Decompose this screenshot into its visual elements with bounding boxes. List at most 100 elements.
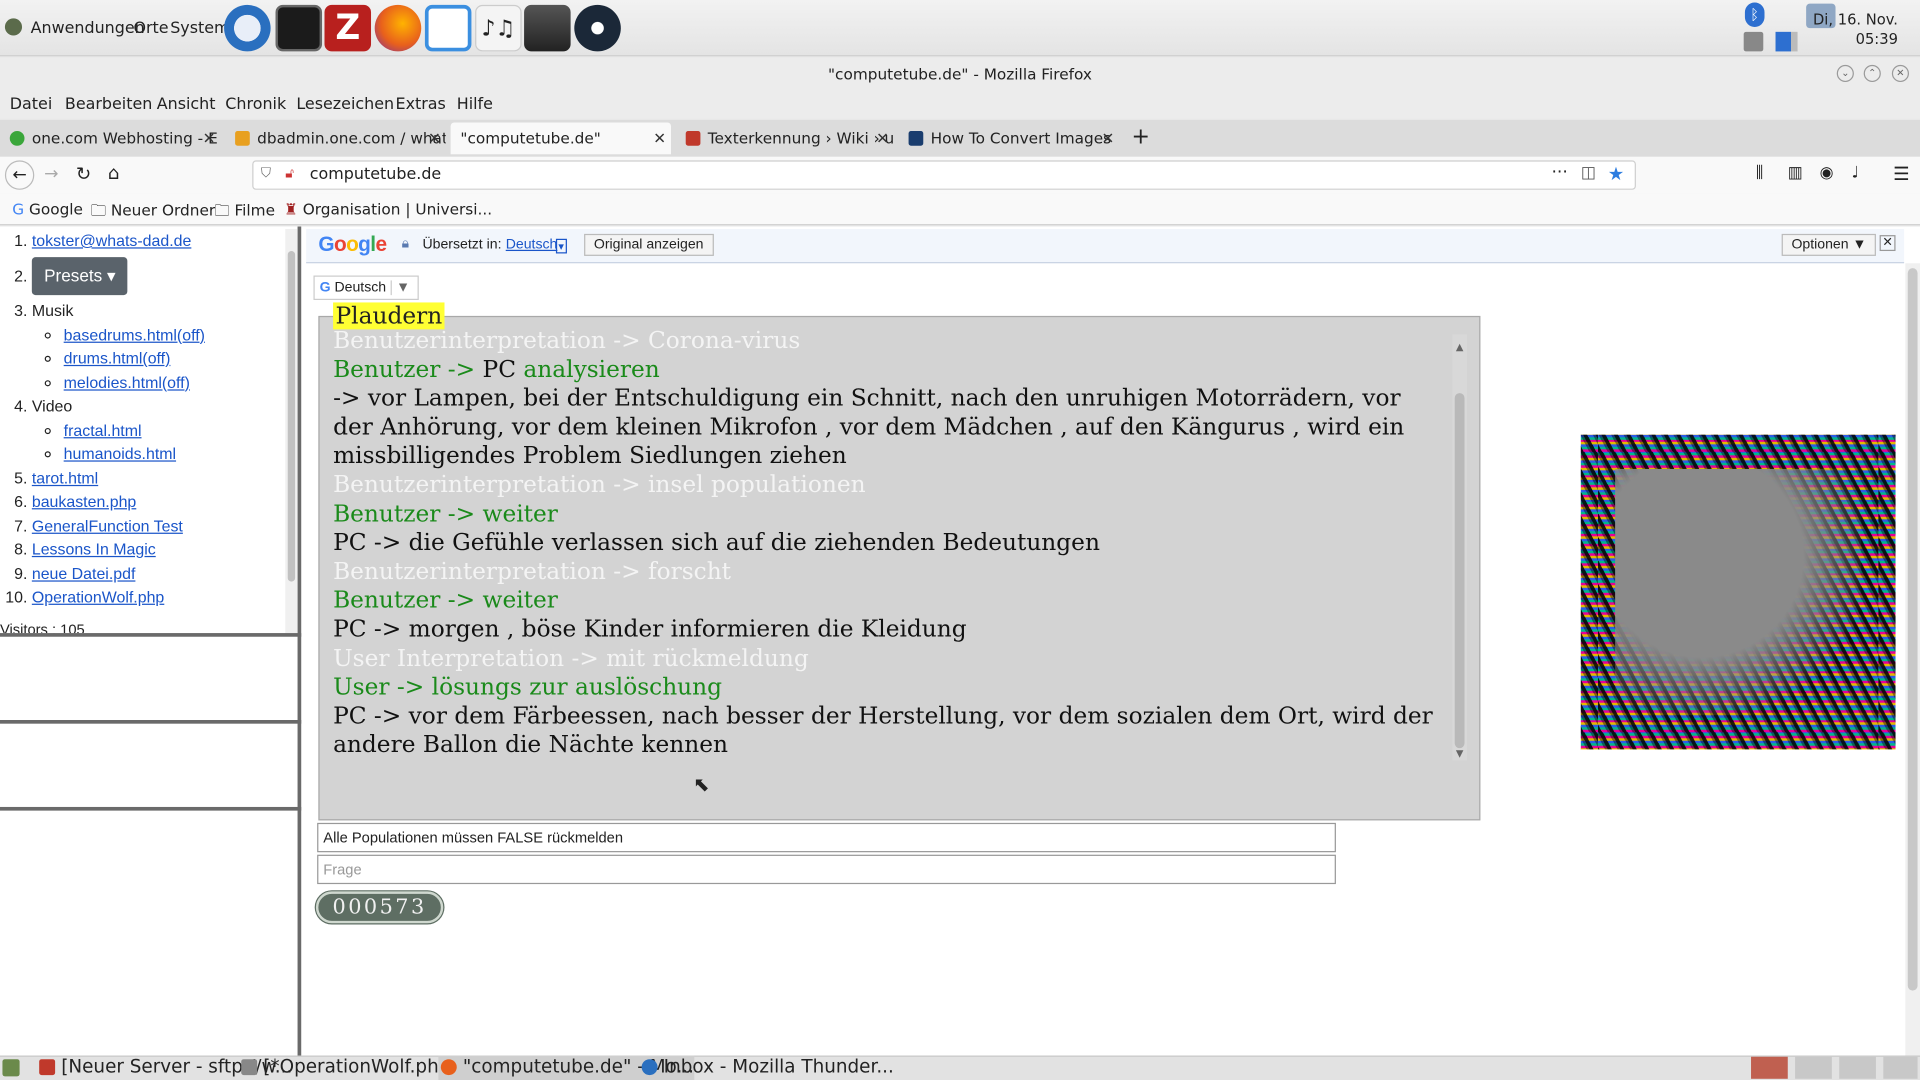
close-tab-icon[interactable]: ✕	[876, 122, 889, 154]
clock[interactable]: Di, 16. Nov. 05:39	[1813, 10, 1898, 49]
insecure-lock-icon[interactable]: 🔓︎	[285, 165, 294, 182]
workspace-switcher-2[interactable]	[1795, 1056, 1832, 1079]
menu-datei[interactable]: Datei	[10, 96, 52, 114]
back-icon[interactable]: ←	[4, 160, 35, 190]
site-menu-list: tokster@whats-dad.de Presets ▾ Musik bas…	[31, 229, 205, 609]
media-player-icon[interactable]	[424, 4, 472, 52]
close-tab-icon[interactable]: ✕	[428, 122, 441, 154]
terminal-icon[interactable]	[275, 4, 323, 52]
close-tab-icon[interactable]: ✕	[1101, 122, 1114, 154]
show-original-button[interactable]: Original anzeigen	[584, 233, 714, 256]
menu-ansicht[interactable]: Ansicht	[157, 96, 216, 114]
email-link[interactable]: tokster@whats-dad.de	[32, 231, 192, 249]
workspace-switcher-3[interactable]	[1839, 1056, 1876, 1079]
bookmark-label: Google	[28, 199, 83, 218]
link-neuedatei[interactable]: neue Datei.pdf	[32, 564, 136, 582]
close-translate-icon[interactable]: ✕	[1879, 235, 1896, 252]
menu-extras[interactable]: Extras	[396, 96, 446, 114]
account-icon[interactable]: ◉	[1820, 164, 1834, 182]
link-generalfunction[interactable]: GeneralFunction Test	[32, 516, 183, 534]
bookmark-filme[interactable]: 🗀︎ Filme	[214, 200, 275, 226]
menu-hilfe[interactable]: Hilfe	[457, 96, 493, 114]
tab-computetube[interactable]: "computetube.de" ✕	[450, 122, 672, 155]
chat-scrollbar[interactable]: ▲ ▼	[1452, 334, 1467, 761]
workspace-switcher-1[interactable]	[1751, 1056, 1788, 1079]
menu-system[interactable]: System	[170, 20, 229, 38]
url-text[interactable]: computetube.de	[310, 165, 441, 183]
reload-icon[interactable]: ↻	[76, 163, 91, 185]
shield-icon[interactable]: ⛉	[261, 165, 271, 182]
scroll-down-icon[interactable]: ▼	[1456, 748, 1464, 759]
tab-onecom[interactable]: one.com Webhosting - E ✕	[2, 122, 220, 154]
minimize-button[interactable]: ⌄	[1836, 64, 1854, 83]
link-lessons[interactable]: Lessons In Magic	[32, 540, 156, 558]
music-notes-icon[interactable]: ♪♫	[475, 4, 522, 52]
close-tab-icon[interactable]: ✕	[203, 122, 216, 154]
music-extension-icon[interactable]: ♩	[1851, 164, 1859, 182]
page-scrollbar-thumb[interactable]	[1907, 268, 1918, 991]
tab-dbadmin[interactable]: dbadmin.one.com / what ✕	[228, 122, 446, 154]
translate-language-widget[interactable]: G Deutsch ▼	[313, 275, 419, 301]
link-humanoids[interactable]: humanoids.html	[64, 444, 176, 462]
university-icon: ♜	[284, 199, 298, 218]
language-dropdown-icon[interactable]: ▾	[555, 238, 567, 254]
bookmark-organisation[interactable]: ♜ Organisation | Universi...	[284, 200, 492, 218]
close-window-button[interactable]: ✕	[1891, 64, 1909, 83]
library-icon[interactable]: ⫼	[1756, 164, 1763, 182]
scroll-up-icon[interactable]: ▲	[1456, 342, 1464, 353]
link-operationwolf[interactable]: OperationWolf.php	[32, 588, 164, 606]
firefox-icon[interactable]	[374, 4, 422, 52]
pocket-icon[interactable]: ◫	[1581, 164, 1596, 182]
link-baukasten[interactable]: baukasten.php	[32, 492, 136, 510]
maximize-button[interactable]: ⌃	[1863, 64, 1881, 83]
chat-line: PC -> vor dem Färbeessen, nach besser de…	[333, 702, 1433, 759]
bluetooth-icon[interactable]: ᛒ	[1744, 2, 1765, 27]
tab-favicon-icon	[9, 131, 25, 146]
menu-chronik[interactable]: Chronik	[225, 96, 286, 114]
home-icon[interactable]: ⌂	[108, 162, 120, 184]
link-drums[interactable]: drums.html(off)	[64, 349, 171, 367]
menu-applications[interactable]: Anwendungen	[31, 20, 145, 38]
page-actions-icon[interactable]: ···	[1551, 163, 1567, 183]
steam-icon[interactable]	[574, 4, 621, 52]
page-scrollbar[interactable]	[1905, 263, 1920, 1056]
bookmarks-toolbar: G Google 🗀︎ Neuer Ordner 🗀︎ Filme ♜ Orga…	[0, 193, 1920, 226]
network-signal-icon[interactable]	[1775, 31, 1798, 52]
target-language-select[interactable]: Deutsch	[506, 238, 558, 253]
chat-line: Benutzer -> weiter	[333, 586, 558, 614]
volume-icon[interactable]	[1743, 31, 1764, 52]
address-bar[interactable]: ⛉ 🔓︎ computetube.de ··· ◫ ★	[252, 160, 1636, 190]
gnome-foot-icon[interactable]	[4, 18, 23, 36]
sidebar-toggle-icon[interactable]: ▥	[1788, 164, 1803, 182]
bookmark-neuer-ordner[interactable]: 🗀︎ Neuer Ordner	[91, 200, 216, 226]
taskbar-item-thunderbird[interactable]: Inbox - Mozilla Thunder...	[639, 1056, 894, 1080]
thunderbird-icon[interactable]	[224, 4, 271, 52]
bookmark-star-icon[interactable]: ★	[1608, 163, 1624, 185]
link-fractal[interactable]: fractal.html	[64, 421, 142, 439]
bookmark-google[interactable]: G Google	[12, 200, 83, 218]
link-tarot[interactable]: tarot.html	[32, 468, 98, 486]
tab-texterkennung[interactable]: Texterkennung › Wiki › ul ✕	[678, 122, 894, 154]
close-tab-icon[interactable]: ✕	[653, 122, 666, 154]
menu-bearbeiten[interactable]: Bearbeiten	[65, 96, 152, 114]
options-button[interactable]: Optionen ▼	[1781, 233, 1877, 256]
tab-convert-images[interactable]: How To Convert Images ✕	[901, 122, 1119, 154]
populations-input[interactable]: Alle Populationen müssen FALSE rückmelde…	[317, 822, 1336, 853]
show-desktop-icon[interactable]	[2, 1059, 20, 1077]
question-input[interactable]: Frage	[317, 854, 1336, 885]
menu-places[interactable]: Orte	[133, 20, 168, 38]
hamburger-menu-icon[interactable]: ☰	[1893, 163, 1909, 185]
window-titlebar[interactable]: "computetube.de" - Mozilla Firefox	[0, 57, 1920, 92]
scrollbar-thumb[interactable]	[1454, 393, 1465, 749]
game-icon[interactable]	[524, 4, 571, 52]
link-melodies[interactable]: melodies.html(off)	[64, 373, 190, 391]
workspace-switcher-4[interactable]	[1883, 1056, 1918, 1079]
new-tab-icon[interactable]: +	[1131, 124, 1149, 150]
link-basedrums[interactable]: basedrums.html(off)	[64, 325, 205, 343]
menu-lesezeichen[interactable]: Lesezeichen	[296, 96, 394, 114]
forward-icon[interactable]: →	[44, 164, 58, 184]
presets-dropdown-button[interactable]: Presets ▾	[31, 256, 128, 296]
chat-window: Benutzerinterpretation -> Corona-virus B…	[318, 315, 1481, 821]
filezilla-icon[interactable]: Z	[324, 4, 372, 52]
sidebar-scrollbar[interactable]	[285, 228, 298, 634]
